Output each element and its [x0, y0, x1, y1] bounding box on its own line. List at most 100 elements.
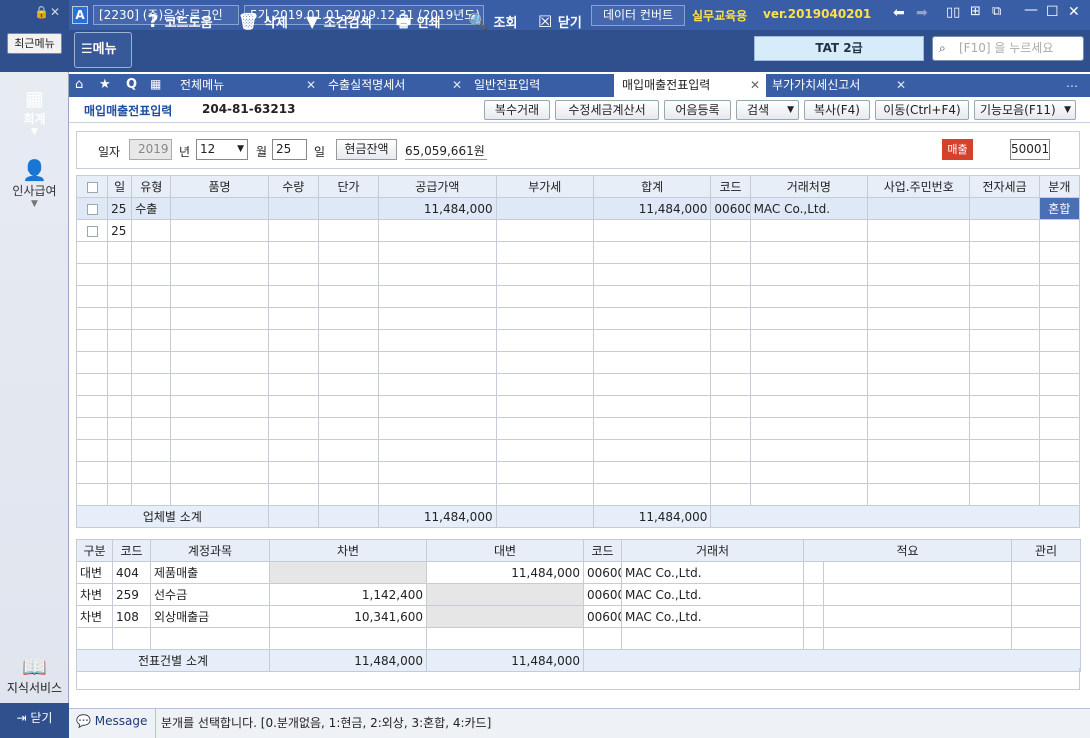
table-row[interactable]: [75, 241, 1081, 264]
code-help-button[interactable]: ? 코드도움: [148, 8, 213, 36]
cell[interactable]: [378, 329, 497, 352]
cell[interactable]: [131, 307, 172, 330]
cell[interactable]: [867, 285, 971, 308]
cell[interactable]: [1038, 351, 1081, 374]
cell[interactable]: [1038, 263, 1081, 286]
cell[interactable]: [710, 263, 751, 286]
table-row[interactable]: 차변 108 외상매출금 10,341,600 00600 MAC Co.,Ltd.: [76, 605, 1081, 628]
cell[interactable]: [107, 285, 133, 308]
year-input[interactable]: 2019: [129, 139, 172, 160]
cell[interactable]: [131, 351, 172, 374]
cell[interactable]: [1038, 417, 1081, 440]
cell[interactable]: [426, 627, 584, 650]
cell[interactable]: [749, 307, 869, 330]
maximize-icon[interactable]: ☐: [1046, 4, 1059, 20]
cell[interactable]: MAC Co.,Ltd.: [749, 197, 869, 220]
grid-icon[interactable]: ⊞: [970, 4, 981, 19]
tab-export[interactable]: ✕ 수출실적명세서: [306, 74, 450, 97]
cell[interactable]: 11,484,000: [378, 197, 497, 220]
cell[interactable]: [867, 417, 971, 440]
cell[interactable]: [495, 351, 594, 374]
cell[interactable]: [1038, 329, 1081, 352]
cell[interactable]: [867, 197, 971, 220]
cell[interactable]: [495, 373, 594, 396]
cell[interactable]: [378, 461, 497, 484]
cell[interactable]: [495, 483, 594, 506]
cell[interactable]: 1,142,400: [269, 583, 427, 606]
cell[interactable]: [495, 197, 594, 220]
cell[interactable]: [867, 395, 971, 418]
cell[interactable]: [267, 197, 319, 220]
cell[interactable]: [131, 373, 172, 396]
cell[interactable]: [170, 219, 269, 242]
cell[interactable]: 차변: [76, 583, 113, 606]
cell[interactable]: 외상매출금: [150, 605, 270, 628]
cell[interactable]: [592, 263, 712, 286]
star-icon[interactable]: ★: [99, 77, 111, 92]
cell[interactable]: [267, 417, 319, 440]
menu-button[interactable]: ☰메뉴: [74, 32, 132, 68]
cell[interactable]: [969, 439, 1040, 462]
window-icon[interactable]: ⧉: [992, 4, 1001, 19]
cell[interactable]: [969, 461, 1040, 484]
cell[interactable]: [1038, 307, 1081, 330]
cell[interactable]: [867, 373, 971, 396]
cell[interactable]: [150, 627, 270, 650]
cell[interactable]: [317, 439, 380, 462]
cell[interactable]: [107, 483, 133, 506]
month-select[interactable]: 12 ▼: [196, 139, 248, 160]
cell[interactable]: [317, 329, 380, 352]
cell[interactable]: [969, 285, 1040, 308]
table-row[interactable]: [76, 627, 1081, 650]
sidebar-accounting[interactable]: ▦ 회계 ▼: [0, 86, 69, 137]
cell[interactable]: [803, 605, 824, 628]
cell[interactable]: [107, 395, 133, 418]
cell[interactable]: [867, 351, 971, 374]
home-icon[interactable]: ⌂: [75, 77, 83, 92]
cell[interactable]: [592, 439, 712, 462]
cell[interactable]: [317, 263, 380, 286]
cell[interactable]: [969, 307, 1040, 330]
cell[interactable]: [131, 329, 172, 352]
tab-all-menu[interactable]: 전체메뉴: [172, 74, 292, 97]
cell[interactable]: [969, 373, 1040, 396]
cell[interactable]: [317, 395, 380, 418]
close-icon[interactable]: ✕: [896, 74, 906, 97]
row-checkbox[interactable]: [75, 307, 109, 330]
book-icon[interactable]: ▯▯: [946, 5, 960, 20]
row-checkbox[interactable]: [75, 483, 109, 506]
row-checkbox[interactable]: [75, 351, 109, 374]
minimize-icon[interactable]: —: [1024, 2, 1038, 18]
sidebar-close[interactable]: ⇥ 닫기: [0, 703, 69, 738]
cell[interactable]: [710, 219, 751, 242]
cell[interactable]: [592, 329, 712, 352]
cell[interactable]: [969, 241, 1040, 264]
cell[interactable]: [170, 483, 269, 506]
cell[interactable]: [378, 417, 497, 440]
cell[interactable]: [1011, 605, 1081, 628]
cell[interactable]: [267, 307, 319, 330]
cell[interactable]: [592, 483, 712, 506]
table-row[interactable]: [75, 329, 1081, 352]
table-row[interactable]: [75, 307, 1081, 330]
cell[interactable]: [317, 285, 380, 308]
cell[interactable]: [107, 417, 133, 440]
cell[interactable]: [317, 483, 380, 506]
sidebar-knowledge[interactable]: 📖 지식서비스: [0, 655, 69, 696]
cell[interactable]: [969, 219, 1040, 242]
cell[interactable]: [317, 197, 380, 220]
row-checkbox[interactable]: [75, 373, 109, 396]
cell[interactable]: [710, 373, 751, 396]
day-input[interactable]: 25: [272, 139, 307, 160]
cell[interactable]: [969, 197, 1040, 220]
cell[interactable]: 259: [112, 583, 151, 606]
cell[interactable]: [867, 241, 971, 264]
cell[interactable]: [267, 329, 319, 352]
cell[interactable]: [170, 439, 269, 462]
lookup-button[interactable]: 🔍 조회: [468, 8, 517, 36]
row-checkbox[interactable]: [75, 263, 109, 286]
cell[interactable]: [1038, 439, 1081, 462]
cell[interactable]: [823, 561, 1012, 584]
cell[interactable]: 10,341,600: [269, 605, 427, 628]
cell[interactable]: [592, 417, 712, 440]
